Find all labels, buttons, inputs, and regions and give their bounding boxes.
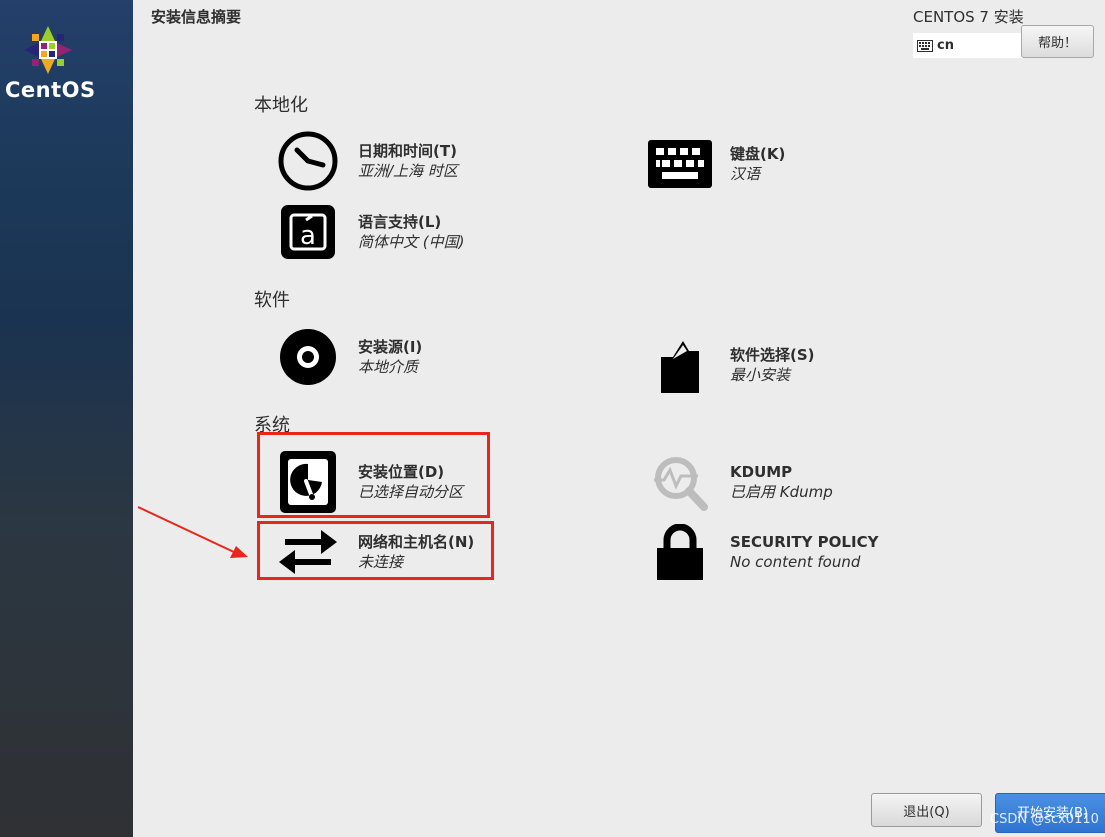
highlight-box-network — [257, 521, 494, 580]
keyboard-layout-value: cn — [937, 38, 954, 53]
keyboard-layout-indicator[interactable]: cn — [913, 33, 1023, 58]
page-title: 安装信息摘要 — [151, 8, 242, 26]
keyboard-icon — [648, 140, 712, 188]
centos-logo-icon — [24, 26, 72, 74]
help-button[interactable]: 帮助！ — [1021, 25, 1094, 58]
spoke-install-source-label: 安装源(I) — [358, 337, 423, 356]
spoke-datetime-label: 日期和时间(T) — [358, 141, 457, 160]
spoke-security-policy-status: No content found — [730, 552, 861, 571]
spoke-kdump[interactable]: KDUMP 已启用 Kdump — [648, 450, 833, 514]
spoke-language-status: 简体中文 (中国) — [358, 232, 465, 251]
section-title-localization: 本地化 — [254, 95, 308, 116]
package-icon — [661, 341, 699, 393]
section-title-software: 软件 — [254, 290, 290, 311]
product-title: CENTOS 7 安装 — [913, 8, 1024, 26]
brand-wordmark: CentOS — [5, 78, 96, 102]
sidebar: CentOS — [0, 0, 133, 837]
watermark-text: CSDN @scx0110 — [990, 812, 1099, 827]
spoke-software-selection[interactable]: 软件选择(S) 最小安装 — [648, 333, 815, 397]
spoke-kdump-label: KDUMP — [730, 462, 793, 481]
spoke-language-label: 语言支持(L) — [358, 212, 442, 231]
spoke-install-source[interactable]: 安装源(I) 本地介质 — [276, 325, 422, 389]
quit-button[interactable]: 退出(Q) — [871, 793, 982, 827]
highlight-box-destination — [257, 432, 490, 518]
installation-summary-hub: 安装信息摘要 CENTOS 7 安装 cn 帮助！ 本地化 日期和时间(T) 亚… — [133, 0, 1105, 837]
svg-text:a: a — [300, 221, 316, 251]
spoke-kdump-status: 已启用 Kdump — [730, 482, 833, 501]
spoke-datetime[interactable]: 日期和时间(T) 亚洲/上海 时区 — [276, 129, 458, 193]
spoke-keyboard-status: 汉语 — [730, 164, 761, 183]
disc-icon — [280, 329, 336, 385]
spoke-keyboard-label: 键盘(K) — [730, 144, 786, 163]
spoke-security-policy[interactable]: SECURITY POLICY No content found — [648, 520, 878, 584]
lock-icon — [657, 524, 703, 580]
keyboard-small-icon — [917, 39, 933, 52]
spoke-language[interactable]: a 语言支持(L) 简体中文 (中国) — [276, 200, 464, 264]
kdump-search-icon — [654, 457, 708, 511]
spoke-security-policy-label: SECURITY POLICY — [730, 532, 879, 551]
spoke-install-source-status: 本地介质 — [358, 357, 419, 376]
spoke-datetime-status: 亚洲/上海 时区 — [358, 161, 458, 180]
spoke-keyboard[interactable]: 键盘(K) 汉语 — [648, 132, 785, 196]
clock-icon — [278, 131, 338, 191]
language-icon: a — [281, 205, 335, 259]
spoke-software-selection-status: 最小安装 — [730, 365, 791, 384]
spoke-software-selection-label: 软件选择(S) — [730, 345, 815, 364]
